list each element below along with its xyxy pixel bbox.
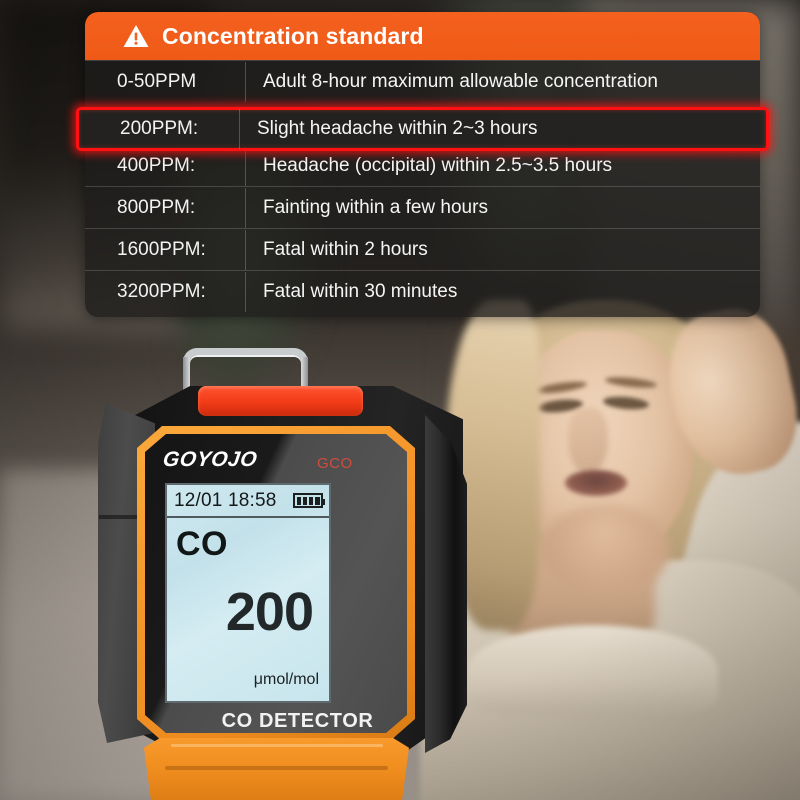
row-description: Headache (occipital) within 2.5~3.5 hour… [263, 154, 613, 176]
table-row: 1600PPM: Fatal within 2 hours [85, 228, 760, 270]
lcd-datetime: 12/01 18:58 [174, 489, 277, 511]
lcd-reading: 200 [225, 582, 314, 642]
row-ppm: 3200PPM: [117, 280, 206, 302]
row-ppm: 0-50PPM [117, 70, 197, 92]
battery-full-icon [293, 493, 325, 508]
row-description: Slight headache within 2~3 hours [257, 118, 538, 139]
table-row: 800PPM: Fainting within a few hours [85, 186, 760, 228]
row-description: Fatal within 2 hours [263, 238, 428, 260]
panel-title: Concentration standard [162, 22, 424, 49]
row-description: Adult 8-hour maximum allowable concentra… [263, 70, 658, 92]
lcd-unit: μmol/mol [253, 671, 319, 688]
co-detector-device: GOYOJO GCO 12/01 18:58 CO 200 μmol/mol C… [95, 348, 500, 800]
device-name-label: CO DETECTOR [221, 710, 374, 732]
device-base [144, 738, 409, 800]
row-ppm: 1600PPM: [117, 238, 206, 260]
highlighted-table-row: 200PPM: Slight headache within 2~3 hours [76, 107, 769, 151]
table-row: 3200PPM: Fatal within 30 minutes [85, 270, 760, 312]
row-ppm: 200PPM: [120, 118, 199, 139]
row-description: Fainting within a few hours [263, 196, 488, 218]
lcd-status-bar: 12/01 18:58 [167, 485, 329, 518]
lcd-screen: 12/01 18:58 CO 200 μmol/mol [165, 483, 331, 703]
panel-header: Concentration standard [85, 12, 760, 60]
row-ppm: 800PPM: [117, 196, 196, 218]
table-row: 0-50PPM Adult 8-hour maximum allowable c… [85, 60, 760, 102]
warning-triangle-icon [123, 25, 149, 47]
power-button[interactable] [198, 386, 363, 416]
concentration-standard-panel: Concentration standard 0-50PPM Adult 8-h… [76, 12, 769, 317]
brand-logo: GOYOJO [161, 448, 259, 471]
row-description: Fatal within 30 minutes [263, 280, 458, 302]
row-ppm: 400PPM: [117, 154, 196, 176]
model-label: GCO [317, 455, 353, 472]
lcd-gas-type: CO [176, 525, 228, 563]
